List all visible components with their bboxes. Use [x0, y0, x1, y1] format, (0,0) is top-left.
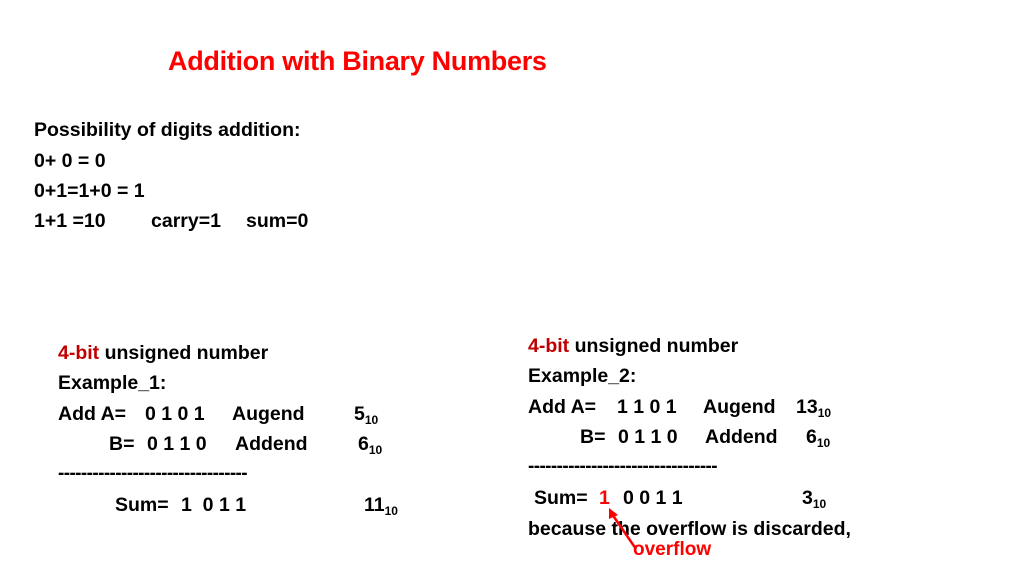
example-2-b-role: Addend — [705, 426, 778, 448]
example-1-name: Example_1: — [58, 372, 167, 394]
example-1-a-prefix: Add A= — [58, 403, 127, 425]
example-2-a-decimal: 1310 — [796, 392, 831, 423]
type-label: unsigned number — [569, 335, 739, 357]
example-2-a-role: Augend — [703, 396, 776, 418]
example-1-sum-decimal: 1110 — [364, 490, 398, 521]
decimal-value: 5 — [354, 403, 365, 425]
rules-heading: Possibility of digits addition: — [34, 119, 301, 141]
example-1-sum-prefix: Sum= — [115, 494, 169, 516]
example-1-sum-bits: 1 0 1 1 — [181, 494, 247, 516]
bit-label: 4-bit — [58, 342, 100, 364]
rule-line: 0+ 0 = 0 — [34, 150, 106, 172]
decimal-value: 11 — [364, 494, 385, 516]
base-subscript: 10 — [816, 436, 831, 450]
rule-line: 1+1 =10 — [34, 210, 106, 232]
example-2-type: 4-bit unsigned number — [528, 331, 738, 362]
decimal-value: 6 — [806, 426, 817, 448]
decimal-value: 6 — [358, 433, 369, 455]
example-2-a-bits: 1 1 0 1 — [617, 396, 677, 418]
decimal-value: 13 — [796, 396, 818, 418]
decimal-value: 3 — [802, 487, 813, 509]
base-subscript: 10 — [364, 413, 379, 427]
example-2-sum-prefix: Sum= — [534, 487, 588, 509]
example-2-b-decimal: 610 — [806, 422, 830, 453]
example-1-b-decimal: 610 — [358, 429, 382, 460]
example-2-sum-bits: 0 0 1 1 — [623, 487, 683, 509]
base-subscript: 10 — [817, 406, 832, 420]
base-subscript: 10 — [384, 504, 398, 518]
base-subscript: 10 — [812, 497, 827, 511]
example-1-type: 4-bit unsigned number — [58, 338, 268, 369]
rule-carry: carry=1 — [151, 210, 221, 232]
type-label: unsigned number — [99, 342, 269, 364]
rule-line: 0+1=1+0 = 1 — [34, 180, 145, 202]
rule-sum: sum=0 — [246, 210, 309, 232]
base-subscript: 10 — [368, 443, 383, 457]
example-2-b-bits: 0 1 1 0 — [618, 426, 678, 448]
example-2-sum-decimal: 310 — [802, 483, 826, 514]
example-1-a-decimal: 510 — [354, 399, 378, 430]
bit-label: 4-bit — [528, 335, 570, 357]
example-1-b-prefix: B= — [109, 433, 135, 455]
overflow-label: overflow — [633, 539, 712, 560]
example-1-a-role: Augend — [232, 403, 305, 425]
example-2-name: Example_2: — [528, 365, 637, 387]
example-1-separator: --------------------------------- — [58, 463, 248, 484]
overflow-carry-bit: 1 — [599, 487, 610, 509]
example-1-b-bits: 0 1 1 0 — [147, 433, 207, 455]
example-1-b-role: Addend — [235, 433, 308, 455]
example-2-a-prefix: Add A= — [528, 396, 597, 418]
slide-title: Addition with Binary Numbers — [168, 46, 547, 76]
example-2-separator: --------------------------------- — [528, 456, 718, 477]
example-2-b-prefix: B= — [580, 426, 606, 448]
example-1-a-bits: 0 1 0 1 — [145, 403, 205, 425]
